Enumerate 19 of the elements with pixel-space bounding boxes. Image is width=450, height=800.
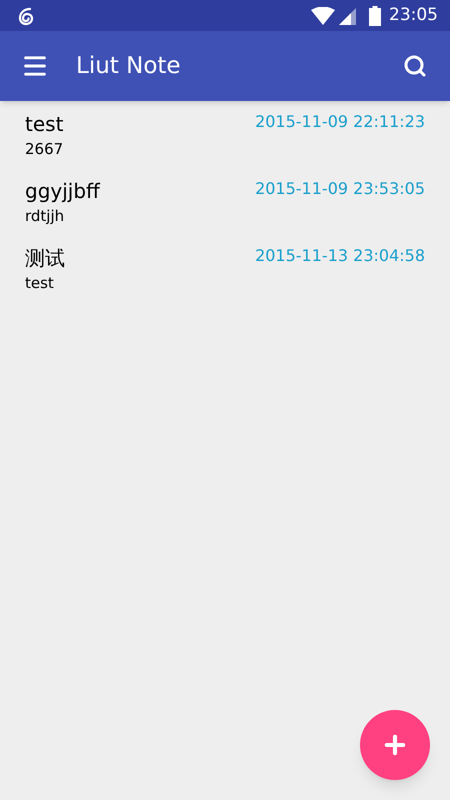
status-time: 23:05 bbox=[389, 4, 438, 27]
app-title: Liut Note bbox=[76, 52, 181, 81]
note-timestamp: 2015-11-09 23:53:05 bbox=[255, 178, 425, 200]
wifi-icon bbox=[311, 6, 335, 24]
app-logo-icon bbox=[16, 6, 36, 26]
note-title: 测试 bbox=[25, 245, 65, 272]
note-item[interactable]: 测试 test 2015-11-13 23:04:58 bbox=[0, 243, 450, 310]
search-icon bbox=[403, 54, 427, 78]
note-timestamp: 2015-11-09 22:11:23 bbox=[255, 111, 425, 133]
note-item[interactable]: ggyjjbff rdtjjh 2015-11-09 23:53:05 bbox=[0, 176, 450, 243]
signal-icon bbox=[339, 6, 357, 24]
note-body: rdtjjh bbox=[25, 206, 66, 226]
note-body: test bbox=[25, 273, 55, 293]
note-body: 2667 bbox=[25, 139, 64, 159]
note-item[interactable]: test 2667 2015-11-09 22:11:23 bbox=[0, 109, 450, 176]
note-timestamp: 2015-11-13 23:04:58 bbox=[255, 245, 425, 267]
battery-icon bbox=[369, 6, 381, 26]
note-title: test bbox=[25, 111, 64, 138]
note-title: ggyjjbff bbox=[25, 178, 100, 205]
